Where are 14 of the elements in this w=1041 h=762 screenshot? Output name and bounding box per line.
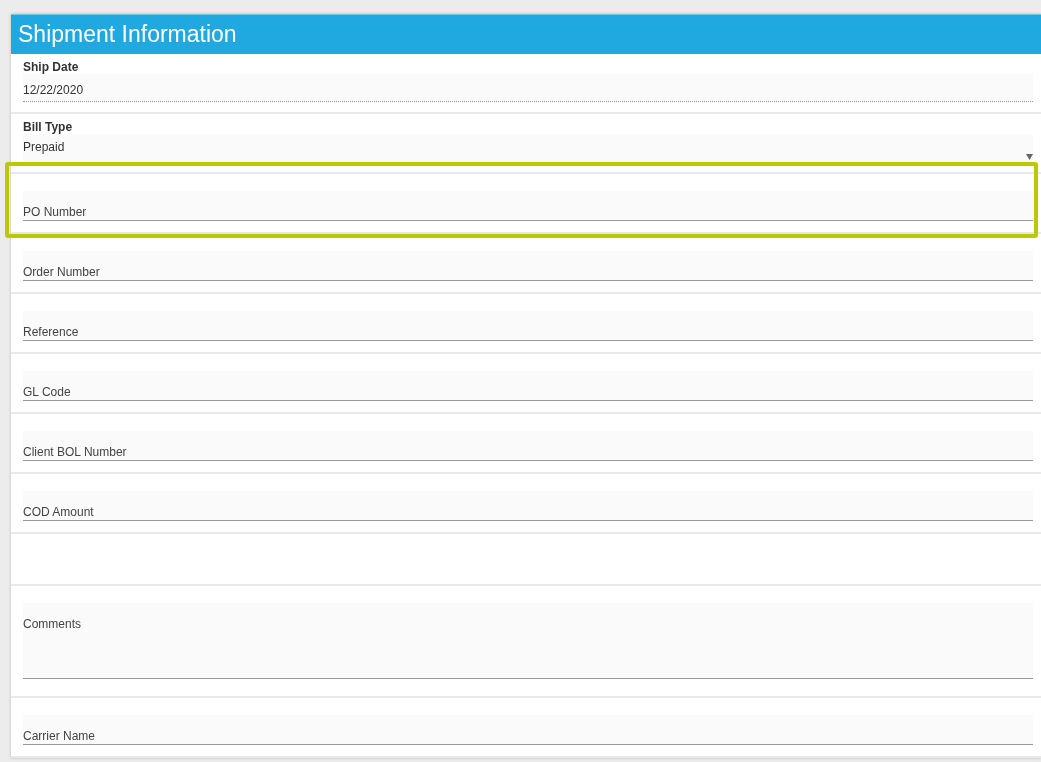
panel-title: Shipment Information [18,21,237,47]
input-field[interactable]: Order Number [23,251,1033,281]
field-label: Ship Date [23,60,80,74]
date-field[interactable]: 12/22/2020 [23,74,1033,102]
input-field[interactable]: Client BOL Number [23,431,1033,461]
comments-field[interactable]: Comments [23,603,1033,679]
input-field[interactable]: Reference [23,311,1033,341]
input-field[interactable]: COD Amount [23,491,1033,521]
input-field[interactable]: Carrier Name [23,715,1033,745]
input-field[interactable]: GL Code [23,371,1033,401]
field-label: Bill Type [23,120,74,134]
dropdown-field[interactable]: Prepaid [23,134,1033,162]
input-field[interactable]: PO Number [23,191,1033,221]
caret-icon [1026,154,1033,160]
